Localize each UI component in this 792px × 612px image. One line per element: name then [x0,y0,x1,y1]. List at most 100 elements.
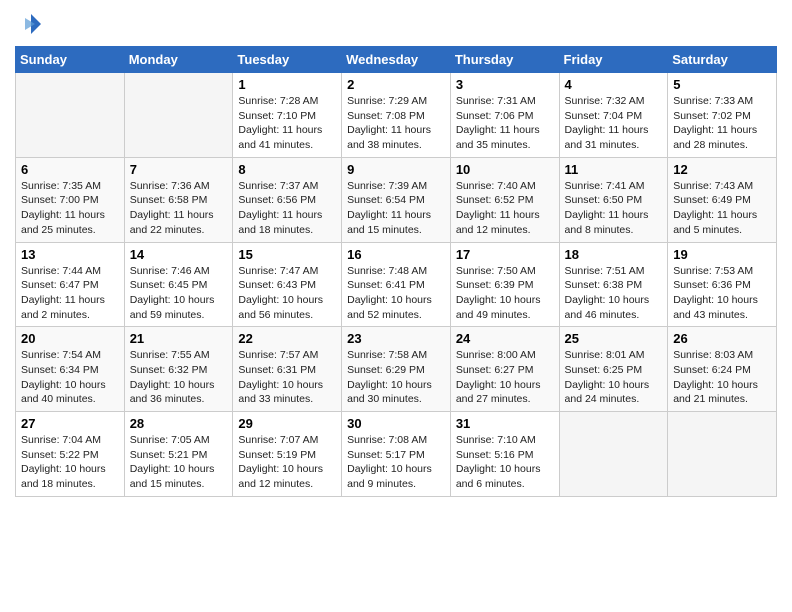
calendar-week-row: 20 Sunrise: 7:54 AMSunset: 6:34 PMDayligh… [16,327,777,412]
cell-content: Sunrise: 8:00 AMSunset: 6:27 PMDaylight:… [456,348,554,407]
cell-content: Sunrise: 7:46 AMSunset: 6:45 PMDaylight:… [130,264,228,323]
cell-content: Sunrise: 7:55 AMSunset: 6:32 PMDaylight:… [130,348,228,407]
day-number: 9 [347,162,445,177]
calendar-cell: 28 Sunrise: 7:05 AMSunset: 5:21 PMDayligh… [124,412,233,497]
calendar-cell: 7 Sunrise: 7:36 AMSunset: 6:58 PMDaylight… [124,157,233,242]
cell-content: Sunrise: 7:08 AMSunset: 5:17 PMDaylight:… [347,433,445,492]
calendar-cell: 29 Sunrise: 7:07 AMSunset: 5:19 PMDayligh… [233,412,342,497]
cell-content: Sunrise: 7:44 AMSunset: 6:47 PMDaylight:… [21,264,119,323]
logo-icon [15,10,43,38]
calendar-cell: 25Sunrise: 8:01 AMSunset: 6:25 PMDayligh… [559,327,668,412]
calendar-col-header: Sunday [16,47,125,73]
calendar-col-header: Saturday [668,47,777,73]
cell-content: Sunrise: 7:40 AMSunset: 6:52 PMDaylight:… [456,179,554,238]
day-number: 19 [673,247,771,262]
day-number: 3 [456,77,554,92]
calendar-cell: 1 Sunrise: 7:28 AMSunset: 7:10 PMDaylight… [233,73,342,158]
day-number: 1 [238,77,336,92]
cell-content: Sunrise: 7:37 AMSunset: 6:56 PMDaylight:… [238,179,336,238]
cell-content: Sunrise: 7:57 AMSunset: 6:31 PMDaylight:… [238,348,336,407]
cell-content: Sunrise: 7:48 AMSunset: 6:41 PMDaylight:… [347,264,445,323]
calendar-cell [668,412,777,497]
day-number: 14 [130,247,228,262]
calendar-cell: 22 Sunrise: 7:57 AMSunset: 6:31 PMDayligh… [233,327,342,412]
day-number: 11 [565,162,663,177]
day-number: 30 [347,416,445,431]
day-number: 7 [130,162,228,177]
calendar-week-row: 1 Sunrise: 7:28 AMSunset: 7:10 PMDaylight… [16,73,777,158]
calendar-cell: 12 Sunrise: 7:43 AMSunset: 6:49 PMDayligh… [668,157,777,242]
calendar-cell [559,412,668,497]
calendar-cell: 24Sunrise: 8:00 AMSunset: 6:27 PMDayligh… [450,327,559,412]
calendar-cell: 5Sunrise: 7:33 AMSunset: 7:02 PMDaylight… [668,73,777,158]
cell-content: Sunrise: 7:43 AMSunset: 6:49 PMDaylight:… [673,179,771,238]
day-number: 27 [21,416,119,431]
day-number: 23 [347,331,445,346]
day-number: 2 [347,77,445,92]
cell-content: Sunrise: 7:54 AMSunset: 6:34 PMDaylight:… [21,348,119,407]
cell-content: Sunrise: 7:36 AMSunset: 6:58 PMDaylight:… [130,179,228,238]
calendar-cell: 9 Sunrise: 7:39 AMSunset: 6:54 PMDaylight… [342,157,451,242]
cell-content: Sunrise: 8:01 AMSunset: 6:25 PMDaylight:… [565,348,663,407]
day-number: 4 [565,77,663,92]
calendar-cell: 19 Sunrise: 7:53 AMSunset: 6:36 PMDayligh… [668,242,777,327]
calendar-cell: 8 Sunrise: 7:37 AMSunset: 6:56 PMDaylight… [233,157,342,242]
cell-content: Sunrise: 7:07 AMSunset: 5:19 PMDaylight:… [238,433,336,492]
cell-content: Sunrise: 7:04 AMSunset: 5:22 PMDaylight:… [21,433,119,492]
day-number: 8 [238,162,336,177]
day-number: 21 [130,331,228,346]
calendar-cell: 30 Sunrise: 7:08 AMSunset: 5:17 PMDayligh… [342,412,451,497]
day-number: 12 [673,162,771,177]
calendar-cell: 11 Sunrise: 7:41 AMSunset: 6:50 PMDayligh… [559,157,668,242]
day-number: 18 [565,247,663,262]
day-number: 22 [238,331,336,346]
calendar-cell [124,73,233,158]
calendar-cell: 13 Sunrise: 7:44 AMSunset: 6:47 PMDayligh… [16,242,125,327]
calendar-cell: 26 Sunrise: 8:03 AMSunset: 6:24 PMDayligh… [668,327,777,412]
cell-content: Sunrise: 7:41 AMSunset: 6:50 PMDaylight:… [565,179,663,238]
cell-content: Sunrise: 7:50 AMSunset: 6:39 PMDaylight:… [456,264,554,323]
calendar-cell: 2 Sunrise: 7:29 AMSunset: 7:08 PMDaylight… [342,73,451,158]
cell-content: Sunrise: 7:32 AMSunset: 7:04 PMDaylight:… [565,94,663,153]
calendar-cell: 31Sunrise: 7:10 AMSunset: 5:16 PMDayligh… [450,412,559,497]
calendar-cell: 4 Sunrise: 7:32 AMSunset: 7:04 PMDaylight… [559,73,668,158]
cell-content: Sunrise: 7:51 AMSunset: 6:38 PMDaylight:… [565,264,663,323]
calendar-cell: 18 Sunrise: 7:51 AMSunset: 6:38 PMDayligh… [559,242,668,327]
day-number: 31 [456,416,554,431]
calendar-cell: 27 Sunrise: 7:04 AMSunset: 5:22 PMDayligh… [16,412,125,497]
calendar-col-header: Monday [124,47,233,73]
day-number: 26 [673,331,771,346]
calendar-cell: 14 Sunrise: 7:46 AMSunset: 6:45 PMDayligh… [124,242,233,327]
calendar-cell: 6 Sunrise: 7:35 AMSunset: 7:00 PMDaylight… [16,157,125,242]
cell-content: Sunrise: 7:05 AMSunset: 5:21 PMDaylight:… [130,433,228,492]
cell-content: Sunrise: 7:29 AMSunset: 7:08 PMDaylight:… [347,94,445,153]
calendar-cell: 3Sunrise: 7:31 AMSunset: 7:06 PMDaylight… [450,73,559,158]
calendar-header-row: SundayMondayTuesdayWednesdayThursdayFrid… [16,47,777,73]
day-number: 10 [456,162,554,177]
cell-content: Sunrise: 8:03 AMSunset: 6:24 PMDaylight:… [673,348,771,407]
calendar-cell: 16Sunrise: 7:48 AMSunset: 6:41 PMDayligh… [342,242,451,327]
cell-content: Sunrise: 7:28 AMSunset: 7:10 PMDaylight:… [238,94,336,153]
cell-content: Sunrise: 7:39 AMSunset: 6:54 PMDaylight:… [347,179,445,238]
cell-content: Sunrise: 7:58 AMSunset: 6:29 PMDaylight:… [347,348,445,407]
cell-content: Sunrise: 7:53 AMSunset: 6:36 PMDaylight:… [673,264,771,323]
calendar-cell: 21 Sunrise: 7:55 AMSunset: 6:32 PMDayligh… [124,327,233,412]
page: SundayMondayTuesdayWednesdayThursdayFrid… [0,0,792,612]
calendar-week-row: 27 Sunrise: 7:04 AMSunset: 5:22 PMDayligh… [16,412,777,497]
logo [15,10,45,38]
day-number: 13 [21,247,119,262]
calendar-col-header: Tuesday [233,47,342,73]
calendar-col-header: Thursday [450,47,559,73]
day-number: 20 [21,331,119,346]
day-number: 29 [238,416,336,431]
calendar-cell: 20 Sunrise: 7:54 AMSunset: 6:34 PMDayligh… [16,327,125,412]
header [15,10,777,38]
calendar-cell: 17Sunrise: 7:50 AMSunset: 6:39 PMDayligh… [450,242,559,327]
day-number: 28 [130,416,228,431]
day-number: 6 [21,162,119,177]
calendar-cell [16,73,125,158]
cell-content: Sunrise: 7:47 AMSunset: 6:43 PMDaylight:… [238,264,336,323]
cell-content: Sunrise: 7:35 AMSunset: 7:00 PMDaylight:… [21,179,119,238]
calendar-week-row: 13 Sunrise: 7:44 AMSunset: 6:47 PMDayligh… [16,242,777,327]
day-number: 15 [238,247,336,262]
